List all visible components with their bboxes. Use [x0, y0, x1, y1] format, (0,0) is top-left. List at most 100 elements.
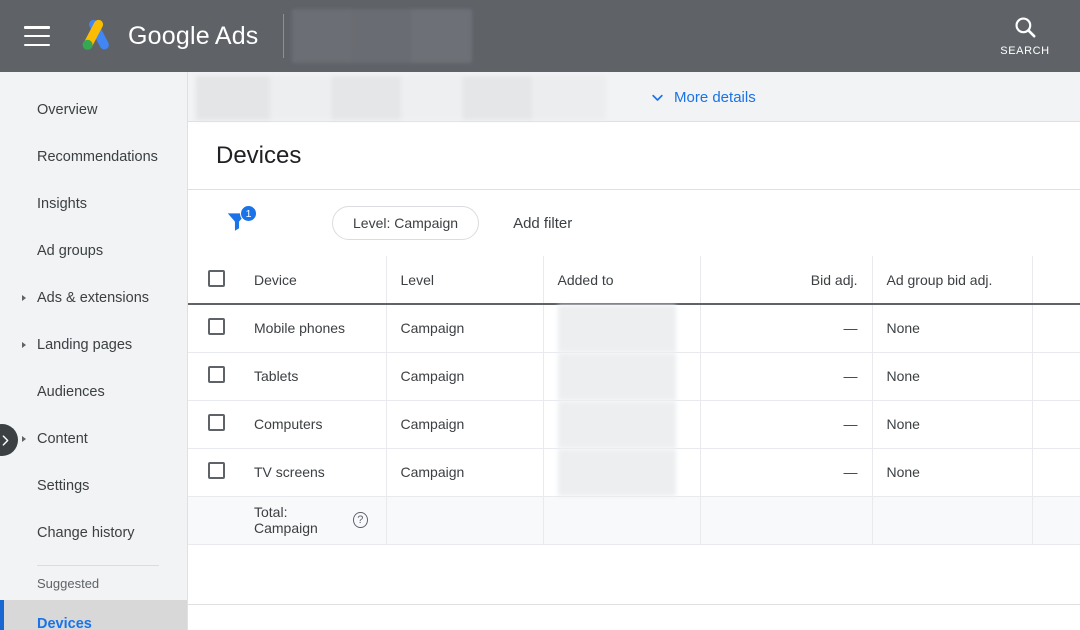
total-cell-added-to — [543, 496, 700, 544]
sidebar-item-label: Landing pages — [37, 337, 132, 353]
row-select-cell — [188, 304, 240, 352]
sidebar-item-content[interactable]: Content — [0, 415, 187, 462]
sidebar-item-label: Insights — [37, 196, 87, 212]
total-cell-extra — [1032, 496, 1080, 544]
chevron-right-icon — [22, 436, 26, 442]
table-total-row: Total: Campaign ? — [188, 496, 1080, 544]
filter-chip-level[interactable]: Level: Campaign — [332, 206, 479, 240]
total-cell-bid-adj — [700, 496, 872, 544]
cell-device: Mobile phones — [240, 304, 386, 352]
total-cell-ad-group-bid-adj — [872, 496, 1032, 544]
search-icon — [1012, 14, 1038, 40]
added-to-redacted — [558, 401, 676, 448]
sidebar-item-overview[interactable]: Overview — [0, 86, 187, 133]
search-label: SEARCH — [1000, 45, 1049, 57]
chevron-down-icon — [650, 90, 665, 105]
cell-level: Campaign — [386, 400, 543, 448]
table-footer — [188, 545, 1080, 605]
row-select-cell — [188, 352, 240, 400]
cell-extra — [1032, 352, 1080, 400]
more-details-label: More details — [674, 89, 756, 106]
cell-bid-adj: — — [700, 448, 872, 496]
filter-bar: 1 Level: Campaign Add filter — [188, 190, 1080, 256]
cell-device: TV screens — [240, 448, 386, 496]
sidebar-item-label: Recommendations — [37, 149, 158, 165]
add-filter-button[interactable]: Add filter — [513, 215, 572, 232]
row-checkbox[interactable] — [208, 318, 225, 335]
total-cell-level — [386, 496, 543, 544]
brand-ads: Ads — [215, 22, 259, 50]
hamburger-menu-icon[interactable] — [24, 26, 50, 46]
add-filter-label: Add filter — [513, 215, 572, 232]
cell-extra — [1032, 448, 1080, 496]
row-checkbox[interactable] — [208, 414, 225, 431]
sidebar-item-devices[interactable]: Devices — [0, 600, 187, 630]
column-header-added-to[interactable]: Added to — [543, 256, 700, 304]
sidebar-item-label: Overview — [37, 102, 97, 118]
row-select-cell — [188, 400, 240, 448]
filter-button[interactable]: 1 — [224, 208, 264, 238]
row-select-cell — [188, 448, 240, 496]
sidebar-item-landing-pages[interactable]: Landing pages — [0, 321, 187, 368]
column-header-bid-adj[interactable]: Bid adj. — [700, 256, 872, 304]
table-row[interactable]: Computers Campaign — None — [188, 400, 1080, 448]
page-title: Devices — [216, 142, 301, 170]
column-header-extra — [1032, 256, 1080, 304]
brand-title: GoogleAds — [128, 22, 259, 51]
cell-ad-group-bid-adj: None — [872, 304, 1032, 352]
more-details-link[interactable]: More details — [650, 72, 756, 122]
summary-metrics-bar: More details — [188, 72, 1080, 122]
sidebar-item-insights[interactable]: Insights — [0, 180, 187, 227]
sidebar-item-ad-groups[interactable]: Ad groups — [0, 227, 187, 274]
row-checkbox[interactable] — [208, 366, 225, 383]
devices-table: Device Level Added to Bid adj. Ad group … — [188, 256, 1080, 545]
select-all-checkbox[interactable] — [208, 270, 225, 287]
sidebar-item-recommendations[interactable]: Recommendations — [0, 133, 187, 180]
table-row[interactable]: Mobile phones Campaign — None — [188, 304, 1080, 352]
cell-added-to — [543, 304, 700, 352]
topbar-divider — [283, 14, 284, 58]
cell-level: Campaign — [386, 304, 543, 352]
column-header-level[interactable]: Level — [386, 256, 543, 304]
sidebar-item-label: Ads & extensions — [37, 290, 149, 306]
table-body: Mobile phones Campaign — None Tablets Ca… — [188, 304, 1080, 544]
total-label: Total: Campaign — [254, 504, 344, 536]
sidebar-section-label: Suggested — [37, 576, 99, 591]
cell-device: Tablets — [240, 352, 386, 400]
cell-level: Campaign — [386, 448, 543, 496]
cell-bid-adj: — — [700, 352, 872, 400]
column-header-ad-group-bid-adj[interactable]: Ad group bid adj. — [872, 256, 1032, 304]
main-content: More details Devices 1 Level: Campaign A… — [188, 72, 1080, 630]
sidebar-item-settings[interactable]: Settings — [0, 462, 187, 509]
filter-chip-label: Level: Campaign — [353, 215, 458, 231]
row-checkbox[interactable] — [208, 462, 225, 479]
added-to-redacted — [558, 305, 676, 352]
sidebar-item-audiences[interactable]: Audiences — [0, 368, 187, 415]
sidebar-item-label: Audiences — [37, 384, 105, 400]
cell-device: Computers — [240, 400, 386, 448]
filter-count-badge: 1 — [240, 205, 257, 222]
help-icon[interactable]: ? — [353, 512, 367, 528]
sidebar-item-change-history[interactable]: Change history — [0, 509, 187, 556]
added-to-redacted — [558, 353, 676, 400]
chevron-right-icon — [22, 295, 26, 301]
page-title-row: Devices — [188, 122, 1080, 190]
column-header-device[interactable]: Device — [240, 256, 386, 304]
table-row[interactable]: TV screens Campaign — None — [188, 448, 1080, 496]
chevron-right-icon — [22, 342, 26, 348]
select-all-header — [188, 256, 240, 304]
sidebar-nav: Overview Recommendations Insights Ad gro… — [0, 72, 188, 630]
account-selector-redacted[interactable] — [292, 9, 472, 63]
search-button[interactable]: SEARCH — [992, 14, 1058, 57]
sidebar-item-label: Devices — [37, 616, 92, 630]
cell-extra — [1032, 400, 1080, 448]
sidebar-item-label: Change history — [37, 525, 135, 541]
chevron-right-icon — [0, 434, 12, 447]
cell-bid-adj: — — [700, 400, 872, 448]
table-row[interactable]: Tablets Campaign — None — [188, 352, 1080, 400]
sidebar-item-ads-extensions[interactable]: Ads & extensions — [0, 274, 187, 321]
table-header: Device Level Added to Bid adj. Ad group … — [188, 256, 1080, 304]
table-header-row: Device Level Added to Bid adj. Ad group … — [188, 256, 1080, 304]
total-label-cell: Total: Campaign ? — [240, 496, 386, 544]
total-select-cell — [188, 496, 240, 544]
